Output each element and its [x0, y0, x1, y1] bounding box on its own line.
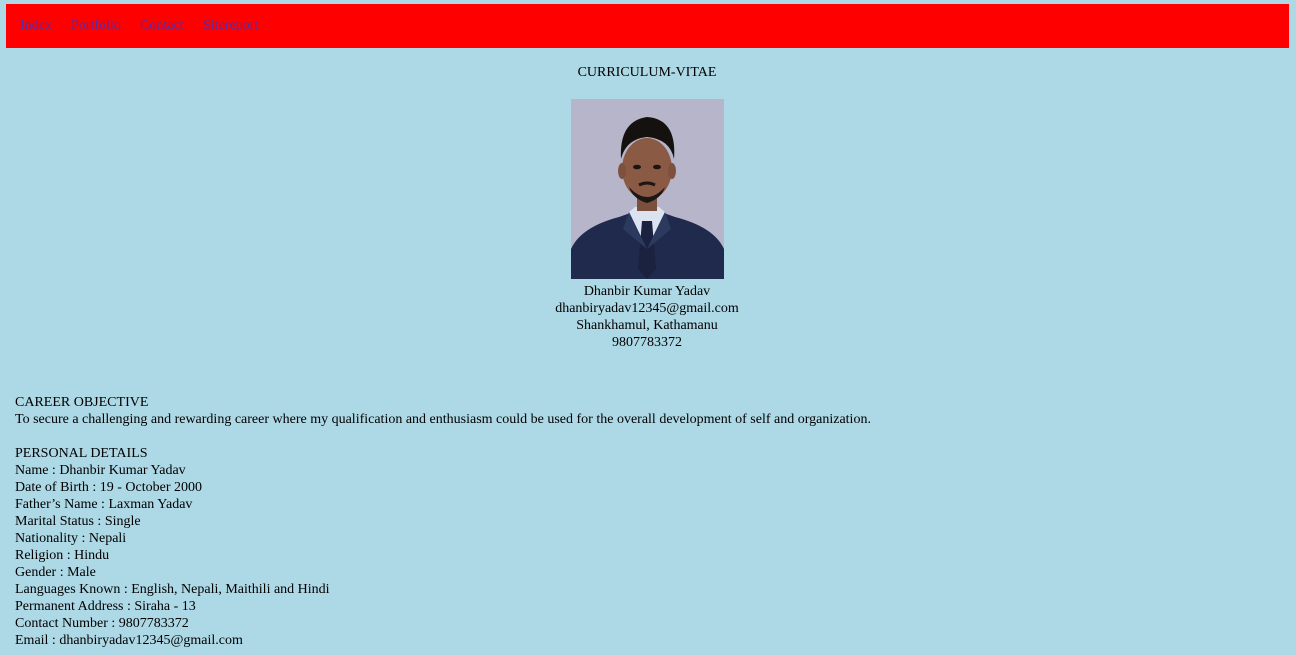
- detail-name: Name : Dhanbir Kumar Yadav: [15, 463, 186, 478]
- detail-fathers-name: Father’s Name : Laxman Yadav: [15, 497, 193, 512]
- navbar: Index Portfolio Contact Sitereport: [6, 4, 1289, 48]
- page-title: CURRICULUM-VITAE: [577, 65, 717, 80]
- cv-address: Shankhamul, Kathamanu: [576, 318, 718, 333]
- profile-photo: [571, 99, 724, 279]
- personal-details-title: PERSONAL DETAILS: [15, 446, 148, 461]
- detail-gender: Gender : Male: [15, 565, 96, 580]
- cv-phone: 9807783372: [612, 335, 682, 350]
- career-objective-title: CAREER OBJECTIVE: [15, 395, 149, 410]
- detail-languages: Languages Known : English, Nepali, Maith…: [15, 582, 330, 597]
- detail-email: Email : dhanbiryadav12345@gmail.com: [15, 633, 243, 648]
- detail-contact-number: Contact Number : 9807783372: [15, 616, 189, 631]
- detail-marital-status: Marital Status : Single: [15, 514, 141, 529]
- cv-name: Dhanbir Kumar Yadav: [583, 284, 711, 299]
- nav-link-sitereport[interactable]: Sitereport: [203, 18, 258, 34]
- career-objective-text: To secure a challenging and rewarding ca…: [15, 412, 871, 427]
- nav-link-portfolio[interactable]: Portfolio: [71, 18, 121, 34]
- detail-date-of-birth: Date of Birth : 19 - October 2000: [15, 480, 203, 495]
- detail-permanent-address: Permanent Address : Siraha - 13: [15, 599, 196, 614]
- profile-photo-illustration: [571, 99, 724, 279]
- nav-link-contact[interactable]: Contact: [140, 18, 184, 34]
- page: Index Portfolio Contact Sitereport CURRI…: [0, 0, 1296, 655]
- nav-link-index[interactable]: Index: [20, 18, 52, 34]
- detail-religion: Religion : Hindu: [15, 548, 110, 563]
- cv-email: dhanbiryadav12345@gmail.com: [555, 301, 739, 316]
- detail-nationality: Nationality : Nepali: [15, 531, 127, 546]
